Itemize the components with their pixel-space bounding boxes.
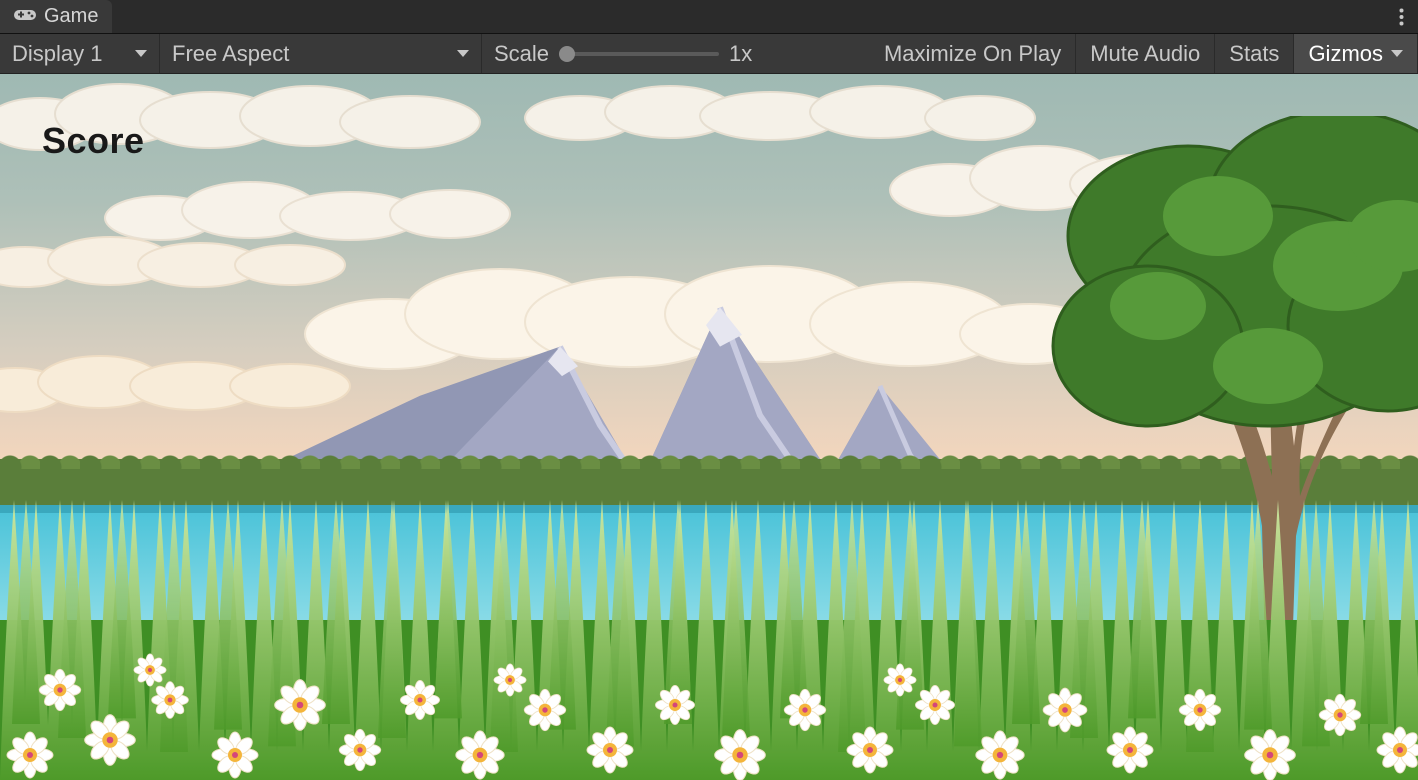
maximize-on-play-button[interactable]: Maximize On Play <box>870 34 1076 73</box>
scale-prefix: Scale <box>494 41 549 67</box>
tab-strip: Game <box>0 0 1418 34</box>
toolbar-spacer <box>772 34 870 73</box>
tab-strip-spacer <box>112 0 1384 33</box>
game-toolbar: Display 1 Free Aspect Scale 1x Maximize … <box>0 34 1418 74</box>
chevron-down-icon <box>457 50 469 57</box>
stats-button[interactable]: Stats <box>1215 34 1294 73</box>
scale-value: 1x <box>729 41 752 67</box>
tab-label: Game <box>44 5 98 28</box>
mute-audio-button[interactable]: Mute Audio <box>1076 34 1215 73</box>
aspect-dropdown-label: Free Aspect <box>172 41 289 67</box>
scale-slider-thumb[interactable] <box>559 46 575 62</box>
display-dropdown[interactable]: Display 1 <box>0 34 160 73</box>
scale-slider[interactable] <box>559 52 719 56</box>
maximize-label: Maximize On Play <box>884 41 1061 67</box>
scene-grass <box>0 512 1418 780</box>
stats-label: Stats <box>1229 41 1279 67</box>
aspect-dropdown[interactable]: Free Aspect <box>160 34 482 73</box>
game-viewport[interactable]: Score <box>0 74 1418 780</box>
chevron-down-icon <box>1391 50 1403 57</box>
gamepad-icon <box>14 5 36 28</box>
chevron-down-icon <box>135 50 147 57</box>
gizmos-label: Gizmos <box>1308 41 1383 67</box>
mute-label: Mute Audio <box>1090 41 1200 67</box>
cloud-icon <box>300 244 1100 374</box>
tab-game[interactable]: Game <box>0 0 112 33</box>
score-label: Score <box>42 120 145 162</box>
display-dropdown-label: Display 1 <box>12 41 102 67</box>
panel-menu-button[interactable] <box>1384 0 1418 33</box>
scale-control: Scale 1x <box>482 34 772 73</box>
gizmos-dropdown[interactable]: Gizmos <box>1294 34 1418 73</box>
cloud-icon <box>0 229 350 289</box>
